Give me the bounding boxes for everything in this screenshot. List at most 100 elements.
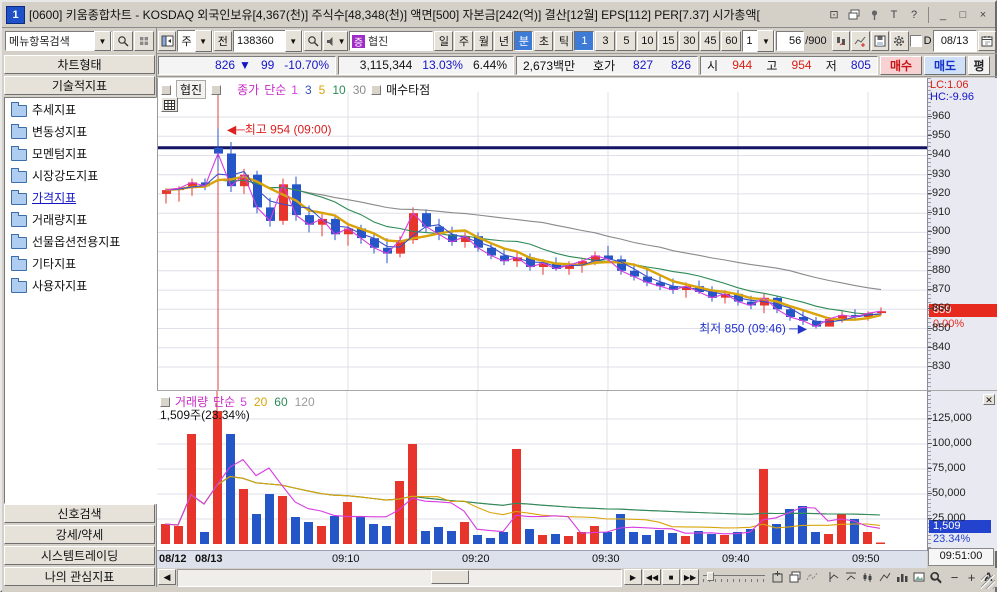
collapse-icon[interactable] bbox=[211, 84, 222, 95]
save-icon[interactable] bbox=[870, 31, 890, 51]
interval-button-1[interactable]: 1 bbox=[574, 31, 595, 51]
mode-button-틱[interactable]: 틱 bbox=[554, 31, 574, 51]
add-trendline-icon[interactable] bbox=[851, 31, 870, 51]
minimize-button[interactable]: _ bbox=[935, 7, 951, 22]
period-button-주[interactable]: 주 bbox=[454, 31, 474, 51]
d-checkbox[interactable]: D bbox=[909, 35, 932, 47]
sidebar-section-technical-indicator[interactable]: 기술적지표 bbox=[4, 76, 155, 95]
close-button[interactable]: × bbox=[975, 7, 991, 22]
resize-grip[interactable] bbox=[981, 575, 995, 589]
price-tick: 870 bbox=[927, 283, 951, 295]
compare-chart-icon[interactable] bbox=[831, 31, 851, 51]
sidebar-button-strong-weak[interactable]: 강세/약세 bbox=[4, 525, 155, 544]
replay-speed-slider[interactable] bbox=[703, 572, 765, 582]
sidebar-button-my-indicators[interactable]: 나의 관심지표 bbox=[4, 567, 155, 586]
date-input[interactable]: 08/13 bbox=[932, 30, 977, 52]
period-combo[interactable]: 주 ▼ bbox=[177, 30, 213, 52]
sidebar-button-system-trading[interactable]: 시스템트레이딩 bbox=[4, 546, 155, 565]
interval-button-5[interactable]: 5 bbox=[616, 31, 637, 51]
collapse-icon[interactable] bbox=[160, 396, 170, 407]
chevron-down-icon[interactable]: ▼ bbox=[284, 30, 302, 52]
period-button-월[interactable]: 월 bbox=[474, 31, 494, 51]
stock-search-icon[interactable] bbox=[303, 31, 323, 51]
multi-chart-combo[interactable]: 1 ▼ bbox=[742, 30, 776, 52]
duplicate-chart-icon[interactable] bbox=[786, 569, 803, 585]
help-icon[interactable]: ? bbox=[906, 7, 922, 22]
magnifier-icon[interactable] bbox=[927, 569, 944, 585]
collapse-icon[interactable] bbox=[161, 84, 171, 95]
cascade-windows-icon[interactable] bbox=[846, 7, 862, 22]
interval-button-3[interactable]: 3 bbox=[595, 31, 616, 51]
mode-button-초[interactable]: 초 bbox=[534, 31, 554, 51]
replay-stop-button[interactable]: ■ bbox=[662, 569, 680, 585]
close-volume-pane-icon[interactable]: ✕ bbox=[983, 394, 995, 405]
pattern-icon[interactable] bbox=[803, 569, 820, 585]
period-button-일[interactable]: 일 bbox=[434, 31, 454, 51]
volume-chart[interactable]: 거래량 단순 5 20 60 120 1,509주(23.34%) bbox=[157, 390, 927, 551]
stock-code-combo[interactable]: 138360 ▼ bbox=[233, 30, 303, 52]
h-scrollbar-thumb[interactable] bbox=[431, 570, 469, 584]
maximize-button[interactable]: □ bbox=[955, 7, 971, 22]
title-bar[interactable]: 1 [0600] 키움종합차트 - KOSDAQ 외국인보유[4,367(천)]… bbox=[2, 2, 995, 28]
slider-handle[interactable] bbox=[707, 572, 714, 581]
text-tool-icon[interactable]: T bbox=[886, 7, 902, 22]
scroll-left-button[interactable]: ◀ bbox=[158, 569, 176, 585]
tree-item-추세지표[interactable]: 추세지표 bbox=[5, 98, 156, 120]
replay-play-button[interactable]: ▶ bbox=[624, 569, 642, 585]
restore-window-icon[interactable]: ⊡ bbox=[826, 7, 842, 22]
price-chart[interactable]: ◀─최고 954 (09:00) 최저 850 (09:46) ─▶ 협진 종가 … bbox=[157, 78, 928, 390]
replay-forward-button[interactable]: ▶▶ bbox=[681, 569, 699, 585]
tree-item-기타지표[interactable]: 기타지표 bbox=[5, 252, 156, 274]
mode-button-분[interactable]: 분 bbox=[514, 31, 534, 51]
calendar-icon[interactable] bbox=[977, 31, 997, 51]
tree-item-가격지표[interactable]: 가격지표 bbox=[5, 186, 156, 208]
zoom-volume-icon[interactable] bbox=[893, 569, 910, 585]
chevron-down-icon[interactable]: ▼ bbox=[94, 31, 111, 51]
search-icon[interactable] bbox=[113, 31, 133, 51]
interval-button-60[interactable]: 60 bbox=[721, 31, 742, 51]
pin-icon[interactable] bbox=[866, 7, 882, 22]
interval-button-30[interactable]: 30 bbox=[679, 31, 700, 51]
add-pane-icon[interactable] bbox=[769, 569, 786, 585]
sidebar-button-signal-search[interactable]: 신호검색 bbox=[4, 504, 155, 523]
chevron-down-icon[interactable]: ▼ bbox=[194, 30, 212, 52]
tree-item-모멘텀지표[interactable]: 모멘텀지표 bbox=[5, 142, 156, 164]
interval-button-15[interactable]: 15 bbox=[658, 31, 679, 51]
zoom-trend-icon[interactable] bbox=[876, 569, 893, 585]
scale-left-icon[interactable] bbox=[825, 569, 842, 585]
scale-top-icon[interactable] bbox=[842, 569, 859, 585]
buy-button[interactable]: 매수 bbox=[880, 55, 922, 75]
prev-stock-button[interactable]: 전 bbox=[213, 31, 233, 51]
replay-rewind-button[interactable]: ◀◀ bbox=[643, 569, 661, 585]
interval-button-45[interactable]: 45 bbox=[700, 31, 721, 51]
tree-item-시장강도지표[interactable]: 시장강도지표 bbox=[5, 164, 156, 186]
bar-count-input[interactable]: 56 bbox=[776, 31, 805, 51]
collapse-icon[interactable] bbox=[371, 84, 382, 95]
avg-button[interactable]: 평 bbox=[968, 55, 990, 75]
zoom-out-button[interactable]: − bbox=[946, 569, 963, 585]
price-chart-canvas[interactable]: ◀─최고 954 (09:00) 최저 850 (09:46) ─▶ bbox=[158, 78, 928, 390]
sound-alert-icon[interactable]: ▼ bbox=[323, 31, 348, 51]
h-scrollbar-track[interactable] bbox=[177, 569, 622, 587]
snapshot-icon[interactable] bbox=[910, 569, 927, 585]
stock-name-field[interactable]: 증 협진 bbox=[348, 31, 434, 51]
interval-button-10[interactable]: 10 bbox=[637, 31, 658, 51]
menu-search-input[interactable]: 메뉴항목검색 ▼ bbox=[5, 31, 112, 51]
chevron-down-icon[interactable]: ▼ bbox=[757, 30, 775, 52]
tree-item-거래량지표[interactable]: 거래량지표 bbox=[5, 208, 156, 230]
panel-toggle-icon[interactable] bbox=[158, 31, 177, 51]
settings-gear-icon[interactable] bbox=[890, 31, 909, 51]
period-button-년[interactable]: 년 bbox=[494, 31, 514, 51]
checkbox-box[interactable] bbox=[909, 35, 922, 47]
x-label-08/12: 08/12 bbox=[159, 553, 187, 565]
volume-chart-canvas[interactable] bbox=[157, 391, 927, 551]
sell-button[interactable]: 매도 bbox=[924, 55, 966, 75]
tree-item-변동성지표[interactable]: 변동성지표 bbox=[5, 120, 156, 142]
tree-item-선물옵션전용지표[interactable]: 선물옵션전용지표 bbox=[5, 230, 156, 252]
zoom-candle-icon[interactable] bbox=[859, 569, 876, 585]
grid-settings-icon[interactable] bbox=[161, 97, 178, 112]
menu-expand-icon[interactable] bbox=[134, 31, 154, 51]
sidebar-section-chart-type[interactable]: 차트형태 bbox=[4, 55, 155, 74]
tree-item-사용자지표[interactable]: 사용자지표 bbox=[5, 274, 156, 296]
zoom-in-button[interactable]: + bbox=[963, 569, 980, 585]
